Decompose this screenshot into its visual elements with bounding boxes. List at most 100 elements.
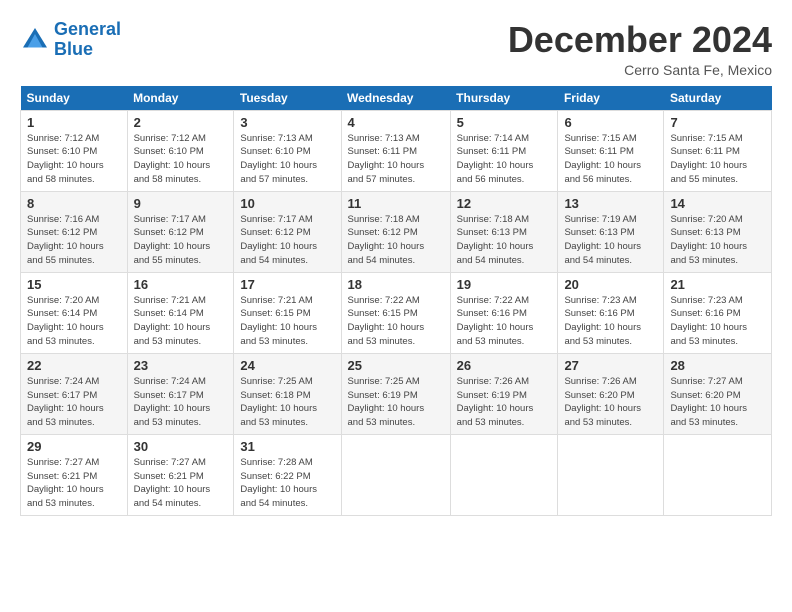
title-block: December 2024 Cerro Santa Fe, Mexico	[508, 20, 772, 78]
location: Cerro Santa Fe, Mexico	[508, 62, 772, 78]
day-info: Sunrise: 7:22 AM Sunset: 6:16 PM Dayligh…	[457, 294, 552, 349]
day-number: 2	[134, 115, 228, 130]
calendar-cell: 25 Sunrise: 7:25 AM Sunset: 6:19 PM Dayli…	[341, 353, 450, 434]
logo: General Blue	[20, 20, 121, 60]
day-info: Sunrise: 7:26 AM Sunset: 6:20 PM Dayligh…	[564, 375, 657, 430]
day-number: 24	[240, 358, 334, 373]
day-number: 13	[564, 196, 657, 211]
day-info: Sunrise: 7:16 AM Sunset: 6:12 PM Dayligh…	[27, 213, 121, 268]
day-info: Sunrise: 7:17 AM Sunset: 6:12 PM Dayligh…	[240, 213, 334, 268]
day-number: 4	[348, 115, 444, 130]
day-info: Sunrise: 7:27 AM Sunset: 6:20 PM Dayligh…	[670, 375, 765, 430]
day-number: 3	[240, 115, 334, 130]
day-number: 27	[564, 358, 657, 373]
calendar-cell: 16Sunrise: 7:21 AM Sunset: 6:14 PM Dayli…	[127, 272, 234, 353]
day-info: Sunrise: 7:25 AM Sunset: 6:19 PM Dayligh…	[348, 375, 444, 430]
header-row: Sunday Monday Tuesday Wednesday Thursday…	[21, 86, 772, 111]
day-info: Sunrise: 7:28 AM Sunset: 6:22 PM Dayligh…	[240, 456, 334, 511]
day-info: Sunrise: 7:19 AM Sunset: 6:13 PM Dayligh…	[564, 213, 657, 268]
calendar-cell	[558, 434, 664, 515]
logo-text: General Blue	[54, 20, 121, 60]
day-number: 17	[240, 277, 334, 292]
day-number: 28	[670, 358, 765, 373]
day-info: Sunrise: 7:21 AM Sunset: 6:15 PM Dayligh…	[240, 294, 334, 349]
day-info: Sunrise: 7:27 AM Sunset: 6:21 PM Dayligh…	[27, 456, 121, 511]
calendar-cell: 23 Sunrise: 7:24 AM Sunset: 6:17 PM Dayli…	[127, 353, 234, 434]
day-number: 20	[564, 277, 657, 292]
day-number: 15	[27, 277, 121, 292]
calendar-cell: 12 Sunrise: 7:18 AM Sunset: 6:13 PM Dayli…	[450, 191, 558, 272]
day-info: Sunrise: 7:15 AM Sunset: 6:11 PM Dayligh…	[670, 132, 765, 187]
calendar-cell: 9 Sunrise: 7:17 AM Sunset: 6:12 PM Daylig…	[127, 191, 234, 272]
day-number: 18	[348, 277, 444, 292]
calendar-week-4: 22 Sunrise: 7:24 AM Sunset: 6:17 PM Dayli…	[21, 353, 772, 434]
day-number: 21	[670, 277, 765, 292]
day-info: Sunrise: 7:27 AM Sunset: 6:21 PM Dayligh…	[134, 456, 228, 511]
day-number: 5	[457, 115, 552, 130]
month-title: December 2024	[508, 20, 772, 60]
day-info: Sunrise: 7:20 AM Sunset: 6:13 PM Dayligh…	[670, 213, 765, 268]
day-number: 31	[240, 439, 334, 454]
calendar-cell: 24 Sunrise: 7:25 AM Sunset: 6:18 PM Dayli…	[234, 353, 341, 434]
day-info: Sunrise: 7:17 AM Sunset: 6:12 PM Dayligh…	[134, 213, 228, 268]
day-info: Sunrise: 7:14 AM Sunset: 6:11 PM Dayligh…	[457, 132, 552, 187]
day-number: 1	[27, 115, 121, 130]
calendar-cell: 7 Sunrise: 7:15 AM Sunset: 6:11 PM Daylig…	[664, 110, 772, 191]
day-info: Sunrise: 7:15 AM Sunset: 6:11 PM Dayligh…	[564, 132, 657, 187]
calendar-week-2: 8 Sunrise: 7:16 AM Sunset: 6:12 PM Daylig…	[21, 191, 772, 272]
day-info: Sunrise: 7:24 AM Sunset: 6:17 PM Dayligh…	[134, 375, 228, 430]
day-info: Sunrise: 7:12 AM Sunset: 6:10 PM Dayligh…	[27, 132, 121, 187]
page: General Blue December 2024 Cerro Santa F…	[0, 0, 792, 526]
calendar-cell: 18Sunrise: 7:22 AM Sunset: 6:15 PM Dayli…	[341, 272, 450, 353]
day-number: 29	[27, 439, 121, 454]
day-number: 16	[134, 277, 228, 292]
calendar-cell: 11Sunrise: 7:18 AM Sunset: 6:12 PM Dayli…	[341, 191, 450, 272]
col-friday: Friday	[558, 86, 664, 111]
calendar-cell: 30 Sunrise: 7:27 AM Sunset: 6:21 PM Dayli…	[127, 434, 234, 515]
day-info: Sunrise: 7:26 AM Sunset: 6:19 PM Dayligh…	[457, 375, 552, 430]
calendar-cell: 14Sunrise: 7:20 AM Sunset: 6:13 PM Dayli…	[664, 191, 772, 272]
day-number: 7	[670, 115, 765, 130]
calendar-table: Sunday Monday Tuesday Wednesday Thursday…	[20, 86, 772, 516]
day-number: 30	[134, 439, 228, 454]
day-number: 11	[348, 196, 444, 211]
calendar-cell: 19 Sunrise: 7:22 AM Sunset: 6:16 PM Dayli…	[450, 272, 558, 353]
col-saturday: Saturday	[664, 86, 772, 111]
calendar-cell: 6 Sunrise: 7:15 AM Sunset: 6:11 PM Daylig…	[558, 110, 664, 191]
day-number: 8	[27, 196, 121, 211]
day-number: 25	[348, 358, 444, 373]
col-tuesday: Tuesday	[234, 86, 341, 111]
day-info: Sunrise: 7:23 AM Sunset: 6:16 PM Dayligh…	[564, 294, 657, 349]
day-number: 19	[457, 277, 552, 292]
day-number: 23	[134, 358, 228, 373]
day-info: Sunrise: 7:23 AM Sunset: 6:16 PM Dayligh…	[670, 294, 765, 349]
day-info: Sunrise: 7:20 AM Sunset: 6:14 PM Dayligh…	[27, 294, 121, 349]
calendar-cell: 8 Sunrise: 7:16 AM Sunset: 6:12 PM Daylig…	[21, 191, 128, 272]
calendar-cell	[450, 434, 558, 515]
day-number: 22	[27, 358, 121, 373]
day-number: 10	[240, 196, 334, 211]
day-number: 12	[457, 196, 552, 211]
day-number: 9	[134, 196, 228, 211]
logo-icon	[20, 25, 50, 55]
col-monday: Monday	[127, 86, 234, 111]
calendar-cell	[341, 434, 450, 515]
day-info: Sunrise: 7:25 AM Sunset: 6:18 PM Dayligh…	[240, 375, 334, 430]
calendar-cell: 20 Sunrise: 7:23 AM Sunset: 6:16 PM Dayli…	[558, 272, 664, 353]
day-number: 6	[564, 115, 657, 130]
header: General Blue December 2024 Cerro Santa F…	[20, 20, 772, 78]
day-info: Sunrise: 7:13 AM Sunset: 6:11 PM Dayligh…	[348, 132, 444, 187]
calendar-cell: 26Sunrise: 7:26 AM Sunset: 6:19 PM Dayli…	[450, 353, 558, 434]
calendar-cell	[664, 434, 772, 515]
calendar-cell: 13 Sunrise: 7:19 AM Sunset: 6:13 PM Dayli…	[558, 191, 664, 272]
calendar-week-3: 15 Sunrise: 7:20 AM Sunset: 6:14 PM Dayli…	[21, 272, 772, 353]
day-info: Sunrise: 7:18 AM Sunset: 6:13 PM Dayligh…	[457, 213, 552, 268]
calendar-cell: 17 Sunrise: 7:21 AM Sunset: 6:15 PM Dayli…	[234, 272, 341, 353]
calendar-cell: 21 Sunrise: 7:23 AM Sunset: 6:16 PM Dayli…	[664, 272, 772, 353]
calendar-cell: 31 Sunrise: 7:28 AM Sunset: 6:22 PM Dayli…	[234, 434, 341, 515]
calendar-cell: 1 Sunrise: 7:12 AM Sunset: 6:10 PM Daylig…	[21, 110, 128, 191]
calendar-cell: 3Sunrise: 7:13 AM Sunset: 6:10 PM Daylig…	[234, 110, 341, 191]
col-sunday: Sunday	[21, 86, 128, 111]
calendar-cell: 4 Sunrise: 7:13 AM Sunset: 6:11 PM Daylig…	[341, 110, 450, 191]
calendar-cell: 22Sunrise: 7:24 AM Sunset: 6:17 PM Dayli…	[21, 353, 128, 434]
